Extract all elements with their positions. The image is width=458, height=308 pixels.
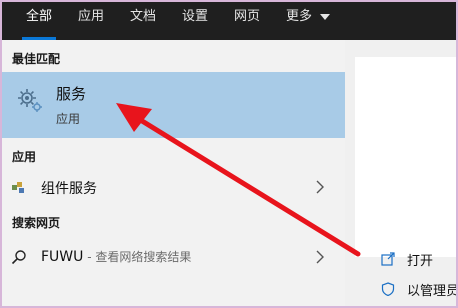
shield-icon	[381, 282, 395, 296]
web-query: FUWU	[41, 249, 84, 265]
chevron-down-icon	[320, 13, 331, 20]
web-query-suffix: - 查看网络搜索结果	[83, 250, 192, 264]
search-icon	[11, 250, 26, 265]
tab-more[interactable]: 更多	[286, 2, 331, 40]
chevron-right-icon[interactable]	[316, 180, 324, 194]
run-as-admin-label: 以管理员	[407, 284, 458, 299]
apps-section-header: 应用	[12, 150, 37, 164]
web-section-header: 搜索网页	[12, 216, 61, 230]
search-window: 全部 应用 文档 设置 网页 更多 最佳匹配 服务 应用 应用 组件服务 搜索网…	[0, 0, 458, 308]
tab-apps[interactable]: 应用	[78, 2, 104, 40]
chevron-right-icon[interactable]	[316, 250, 324, 264]
tab-documents[interactable]: 文档	[130, 2, 156, 40]
open-icon	[381, 252, 395, 266]
component-services-icon	[12, 182, 24, 193]
tab-all[interactable]: 全部	[22, 2, 57, 40]
tab-more-label: 更多	[286, 9, 313, 24]
tab-settings-label: 设置	[182, 9, 209, 24]
tab-settings[interactable]: 设置	[182, 2, 208, 40]
tab-documents-label: 文档	[130, 9, 157, 24]
search-results-list: 最佳匹配 服务 应用 应用 组件服务 搜索网页 FUWU - 查看网络搜索结果	[2, 40, 345, 306]
best-match-subtitle: 应用	[56, 112, 81, 126]
gear-icon	[18, 89, 42, 112]
preview-card	[355, 57, 456, 257]
preview-pane: 打开 以管理员	[345, 40, 458, 306]
list-item-label: FUWU - 查看网络搜索结果	[41, 248, 191, 265]
open-action[interactable]: 打开	[381, 250, 456, 270]
run-as-admin-action[interactable]: 以管理员	[381, 280, 458, 300]
open-action-label: 打开	[407, 254, 434, 269]
list-item-web-search[interactable]: FUWU - 查看网络搜索结果	[2, 242, 345, 272]
tab-web-label: 网页	[234, 9, 261, 24]
best-match-header: 最佳匹配	[12, 52, 61, 66]
tab-all-label: 全部	[26, 9, 53, 24]
list-item-label: 组件服务	[41, 181, 97, 197]
tab-apps-label: 应用	[78, 9, 105, 24]
list-item-component-services[interactable]: 组件服务	[2, 172, 345, 202]
tab-web[interactable]: 网页	[234, 2, 260, 40]
best-match-services[interactable]: 服务 应用	[2, 72, 345, 138]
best-match-title: 服务	[56, 85, 87, 103]
search-scope-tabs: 全部 应用 文档 设置 网页 更多	[2, 2, 456, 40]
